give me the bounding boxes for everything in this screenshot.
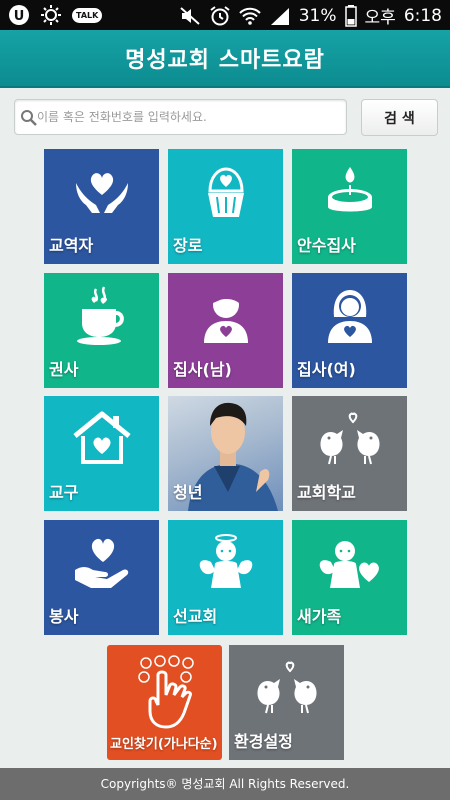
- tile-church-school[interactable]: 교회학교: [292, 396, 407, 511]
- tile-label: 안수집사: [297, 236, 356, 255]
- hands-heart-icon: [75, 173, 128, 213]
- tile-mission[interactable]: 선교회: [168, 520, 283, 635]
- tile-label: 교구: [49, 483, 79, 502]
- hand-heart-icon: [74, 538, 128, 588]
- tile-label: 집사(여): [297, 360, 356, 379]
- tile-label: 환경설정: [234, 732, 293, 751]
- wifi-icon: [239, 5, 261, 27]
- teacup-icon: [76, 286, 124, 345]
- app-header: 명성교회 스마트요람: [0, 30, 450, 88]
- tile-label: 교인찾기(가나다순): [110, 737, 218, 752]
- tile-label: 청년: [173, 483, 203, 502]
- u-plus-icon: U: [8, 4, 30, 26]
- tile-label: 봉사: [49, 607, 79, 626]
- svg-text:U: U: [14, 9, 25, 24]
- clock-time: 6:18: [403, 5, 442, 26]
- search-box[interactable]: [14, 99, 347, 135]
- sun-icon: [40, 4, 62, 26]
- battery-percent: 31%: [298, 5, 337, 26]
- angel-heart-icon: [319, 541, 379, 588]
- mute-icon: [179, 5, 201, 27]
- status-bar: U TALK 31% 오후 6:18: [0, 0, 450, 30]
- finger-touch-icon: [137, 655, 194, 729]
- alarm-icon: [209, 5, 231, 27]
- search-input[interactable]: [37, 100, 342, 134]
- cupcake-heart-icon: [207, 167, 244, 217]
- app-title: 명성교회 스마트요람: [125, 48, 325, 73]
- tile-district[interactable]: 교구: [44, 396, 159, 511]
- search-button[interactable]: 검 색: [361, 99, 438, 136]
- signal-icon: [269, 5, 291, 27]
- tile-service[interactable]: 봉사: [44, 520, 159, 635]
- tile-label: 권사: [49, 360, 79, 379]
- time-ampm: 오후: [364, 8, 396, 28]
- tile-kwonsa[interactable]: 권사: [44, 273, 159, 388]
- angel-icon: [199, 534, 252, 588]
- candle-icon: [327, 167, 372, 212]
- man-heart-icon: [203, 290, 248, 343]
- tile-member-search[interactable]: 교인찾기(가나다순): [107, 645, 222, 760]
- tile-settings[interactable]: 환경설정: [229, 645, 344, 760]
- tile-label: 장로: [173, 236, 203, 255]
- tile-label: 집사(남): [173, 360, 232, 379]
- tile-deacon-female[interactable]: 집사(여): [292, 273, 407, 388]
- tile-deacon-male[interactable]: 집사(남): [168, 273, 283, 388]
- tile-youth[interactable]: 청년: [168, 396, 283, 511]
- tile-label: 선교회: [173, 607, 218, 626]
- tile-clergy[interactable]: 교역자: [44, 149, 159, 264]
- tile-label: 교회학교: [297, 483, 356, 502]
- search-icon: [21, 110, 37, 126]
- tile-label: 교역자: [49, 236, 94, 255]
- tile-new-family[interactable]: 새가족: [292, 520, 407, 635]
- house-heart-icon: [72, 411, 131, 464]
- tile-ordained-deacon[interactable]: 안수집사: [292, 149, 407, 264]
- tile-elder[interactable]: 장로: [168, 149, 283, 264]
- footer: Copyrights® 명성교회 All Rights Reserved.: [0, 768, 450, 800]
- woman-heart-icon: [327, 290, 372, 343]
- battery-icon: [344, 4, 357, 27]
- birds-icon: [256, 661, 317, 714]
- tile-label: 새가족: [297, 607, 342, 626]
- birds-icon: [319, 412, 380, 465]
- copyright-text: Copyrights® 명성교회 All Rights Reserved.: [100, 777, 350, 791]
- kakaotalk-icon: TALK: [72, 7, 103, 23]
